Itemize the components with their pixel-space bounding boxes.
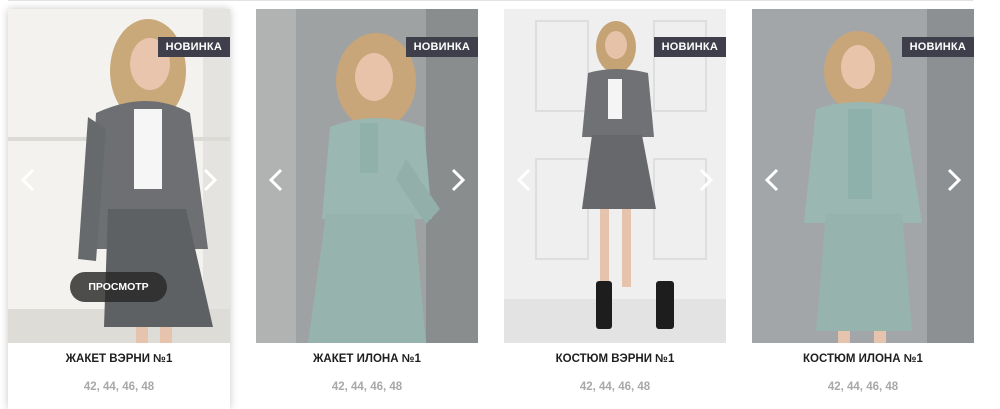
chevron-right-icon[interactable] bbox=[198, 167, 220, 193]
quick-view-button[interactable]: ПРОСМОТР bbox=[70, 272, 167, 302]
product-photo[interactable]: НОВИНКА ПРОСМОТР bbox=[8, 9, 230, 343]
chevron-right-icon[interactable] bbox=[942, 167, 964, 193]
chevron-left-icon[interactable] bbox=[266, 167, 288, 193]
product-grid: НОВИНКА ПРОСМОТР ЖАКЕТ ВЭРНИ №1 42, 44, … bbox=[0, 0, 1000, 409]
product-sizes: 42, 44, 46, 48 bbox=[827, 381, 899, 393]
chevron-right-icon[interactable] bbox=[446, 167, 468, 193]
product-sizes: 42, 44, 46, 48 bbox=[331, 381, 403, 393]
product-photo[interactable]: НОВИНКА bbox=[504, 9, 726, 343]
chevron-left-icon[interactable] bbox=[514, 167, 536, 193]
new-badge: НОВИНКА bbox=[901, 37, 974, 57]
product-title[interactable]: ЖАКЕТ ИЛОНА №1 bbox=[256, 353, 478, 365]
chevron-left-icon[interactable] bbox=[18, 167, 40, 193]
product-sizes: 42, 44, 46, 48 bbox=[579, 381, 651, 393]
product-title[interactable]: ЖАКЕТ ВЭРНИ №1 bbox=[8, 353, 230, 365]
new-badge: НОВИНКА bbox=[157, 37, 230, 57]
new-badge: НОВИНКА bbox=[405, 37, 478, 57]
product-card[interactable]: НОВИНКА КОСТЮМ ВЭРНИ №1 42, 44, 46, 48 bbox=[504, 9, 726, 409]
product-card[interactable]: НОВИНКА КОСТЮМ ИЛОНА №1 42, 44, 46, 48 bbox=[752, 9, 974, 409]
chevron-right-icon[interactable] bbox=[694, 167, 716, 193]
product-title[interactable]: КОСТЮМ ВЭРНИ №1 bbox=[504, 353, 726, 365]
new-badge: НОВИНКА bbox=[653, 37, 726, 57]
chevron-left-icon[interactable] bbox=[762, 167, 784, 193]
product-photo[interactable]: НОВИНКА bbox=[256, 9, 478, 343]
product-card[interactable]: НОВИНКА ПРОСМОТР ЖАКЕТ ВЭРНИ №1 42, 44, … bbox=[8, 9, 230, 409]
product-sizes: 42, 44, 46, 48 bbox=[83, 381, 155, 393]
product-photo[interactable]: НОВИНКА bbox=[752, 9, 974, 343]
product-title[interactable]: КОСТЮМ ИЛОНА №1 bbox=[752, 353, 974, 365]
product-card[interactable]: НОВИНКА ЖАКЕТ ИЛОНА №1 42, 44, 46, 48 bbox=[256, 9, 478, 409]
